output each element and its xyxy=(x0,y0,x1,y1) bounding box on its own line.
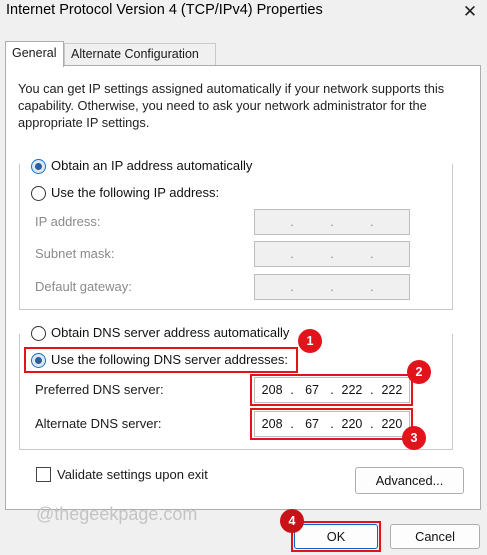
close-button[interactable]: ✕ xyxy=(455,0,485,24)
window-title: Internet Protocol Version 4 (TCP/IPv4) P… xyxy=(6,2,323,18)
radio-label: Obtain DNS server address automatically xyxy=(51,325,290,340)
radio-obtain-dns-auto[interactable]: Obtain DNS server address automatically xyxy=(31,323,293,343)
intro-text: You can get IP settings assigned automat… xyxy=(18,81,445,130)
annotation-highlight-alternate-dns xyxy=(250,408,413,440)
subnet-mask-label: Subnet mask: xyxy=(35,246,115,261)
radio-obtain-ip-auto[interactable]: Obtain an IP address automatically xyxy=(31,156,256,176)
tab-alternate-configuration[interactable]: Alternate Configuration xyxy=(64,43,216,66)
validate-settings-checkbox[interactable]: Validate settings upon exit xyxy=(36,467,208,482)
annotation-badge-3: 3 xyxy=(402,426,426,450)
checkbox-label: Validate settings upon exit xyxy=(57,467,208,482)
annotation-badge-4: 4 xyxy=(280,509,304,533)
annotation-badge-2: 2 xyxy=(407,360,431,384)
preferred-dns-label: Preferred DNS server: xyxy=(35,382,164,397)
tab-general[interactable]: General xyxy=(5,41,64,67)
radio-use-following-ip[interactable]: Use the following IP address: xyxy=(31,183,223,203)
watermark: @thegeekpage.com xyxy=(36,504,198,524)
subnet-mask-input[interactable]: ... xyxy=(254,241,410,267)
annotation-highlight-ok-button xyxy=(291,521,381,552)
radio-button[interactable] xyxy=(31,185,46,201)
radio-button[interactable] xyxy=(31,325,46,341)
annotation-highlight-dns-radio xyxy=(24,347,298,373)
radio-label: Obtain an IP address automatically xyxy=(51,158,253,173)
default-gateway-input[interactable]: ... xyxy=(254,274,410,300)
close-icon: ✕ xyxy=(462,2,478,21)
annotation-badge-1: 1 xyxy=(298,329,322,353)
annotation-highlight-preferred-dns xyxy=(250,374,413,406)
ip-address-input[interactable]: ... xyxy=(254,209,410,235)
default-gateway-label: Default gateway: xyxy=(35,279,132,294)
ip-address-label: IP address: xyxy=(35,214,101,229)
radio-label: Use the following IP address: xyxy=(51,185,220,200)
radio-button-checked[interactable] xyxy=(31,158,46,174)
alternate-dns-label: Alternate DNS server: xyxy=(35,416,162,431)
advanced-button[interactable]: Advanced... xyxy=(355,467,464,494)
cancel-button[interactable]: Cancel xyxy=(390,524,480,549)
checkbox-box[interactable] xyxy=(36,467,51,482)
